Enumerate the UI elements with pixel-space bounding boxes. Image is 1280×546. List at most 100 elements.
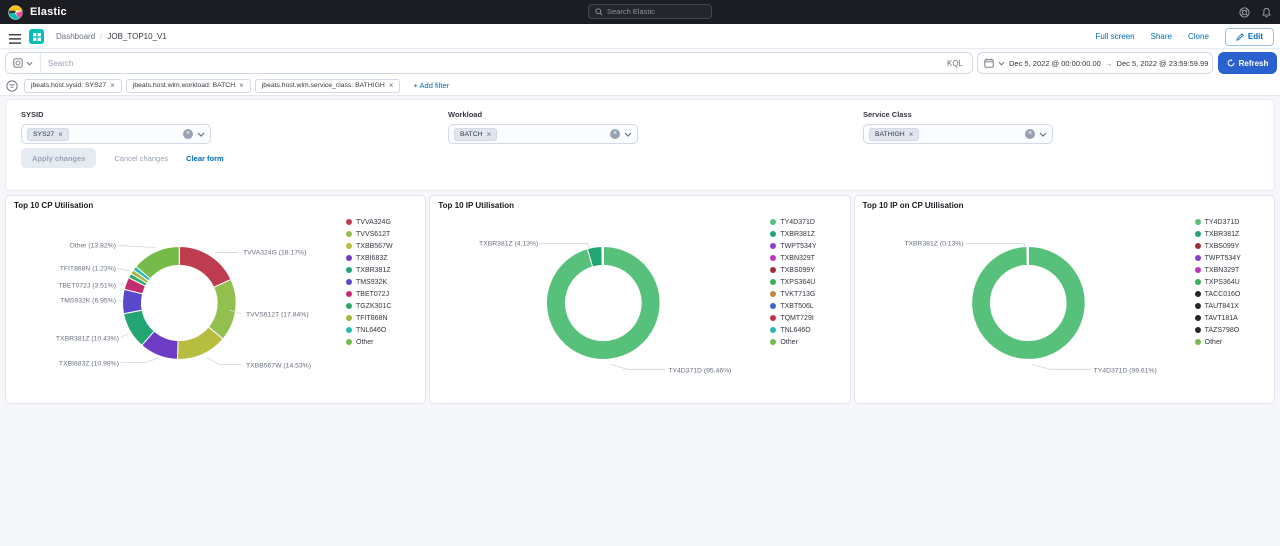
clone-button[interactable]: Clone: [1188, 32, 1209, 41]
legend-item-ty4d371d[interactable]: TY4D371D: [770, 216, 816, 228]
legend-item-other[interactable]: Other: [770, 336, 816, 348]
legend-item-txbr381z[interactable]: TXBR381Z: [770, 228, 816, 240]
legend-item-ty4d371d[interactable]: TY4D371D: [1195, 216, 1241, 228]
legend-item-tavt181a[interactable]: TAVT181A: [1195, 312, 1241, 324]
legend-item-tbet072j[interactable]: TBET072J: [346, 288, 393, 300]
legend-item-twpt534y[interactable]: TWPT534Y: [1195, 252, 1241, 264]
share-button[interactable]: Share: [1151, 32, 1172, 41]
legend-item-tgzk301c[interactable]: TGZK301C: [346, 300, 393, 312]
sysid-field-group: SYSID SYS27 × ×: [21, 110, 211, 144]
legend-item-txbr381z[interactable]: TXBR381Z: [346, 264, 393, 276]
alerts-icon[interactable]: [1261, 7, 1272, 18]
legend-item-txbn329t[interactable]: TXBN329T: [1195, 264, 1241, 276]
chevron-down-icon[interactable]: [624, 132, 632, 137]
legend-item-taut841x[interactable]: TAUT841X: [1195, 300, 1241, 312]
legend-dot-icon: [770, 255, 776, 261]
query-bar: Search KQL: [5, 52, 973, 74]
callout-line: [118, 283, 125, 285]
date-range: Dec 5, 2022 @ 00:00:00.00 → Dec 5, 2022 …: [1009, 59, 1208, 68]
clear-selection-icon[interactable]: ×: [183, 129, 193, 139]
add-filter-button[interactable]: + Add filter: [413, 81, 449, 90]
panel-title: Top 10 IP on CP Utilisation: [863, 201, 964, 210]
workload-field-group: Workload BATCH × ×: [448, 110, 638, 144]
date-picker[interactable]: Dec 5, 2022 @ 00:00:00.00 → Dec 5, 2022 …: [977, 52, 1213, 74]
legend-item-tazs798o[interactable]: TAZS798O: [1195, 324, 1241, 336]
filter-pill-workload[interactable]: jbeats.host.wlm.workload: BATCH ×: [126, 79, 251, 93]
legend-item-txbn329t[interactable]: TXBN329T: [770, 252, 816, 264]
chevron-down-icon[interactable]: [1039, 132, 1047, 137]
legend-item-tnl646o[interactable]: TNL646O: [346, 324, 393, 336]
chevron-down-icon[interactable]: [197, 132, 205, 137]
sysid-combobox[interactable]: SYS27 × ×: [21, 124, 211, 144]
dashboard-app-icon[interactable]: [29, 29, 44, 44]
legend-item-tacc016o[interactable]: TACC016O: [1195, 288, 1241, 300]
date-start[interactable]: Dec 5, 2022 @ 00:00:00.00: [1009, 59, 1101, 68]
legend-item-other[interactable]: Other: [346, 336, 393, 348]
remove-value-icon[interactable]: ×: [909, 130, 914, 139]
legend-item-tvva324g[interactable]: TVVA324G: [346, 216, 393, 228]
kql-language-button[interactable]: KQL: [947, 59, 972, 68]
remove-filter-icon[interactable]: ×: [110, 81, 115, 90]
slice-callout-label: TXBR381Z (4.13%): [479, 241, 538, 248]
menu-icon[interactable]: [9, 31, 21, 49]
legend-label: TWPT534Y: [1205, 255, 1241, 262]
clear-selection-icon[interactable]: ×: [610, 129, 620, 139]
legend-item-txbt506l[interactable]: TXBT506L: [770, 300, 816, 312]
legend-item-txbi683z[interactable]: TXBI683Z: [346, 252, 393, 264]
slice-callout-label: TXBI683Z (10.98%): [59, 361, 119, 368]
legend-item-tfit868n[interactable]: TFIT868N: [346, 312, 393, 324]
legend-item-tvkt713g[interactable]: TVKT713G: [770, 288, 816, 300]
elastic-logo-icon[interactable]: [8, 5, 23, 20]
legend-item-txbr381z[interactable]: TXBR381Z: [1195, 228, 1241, 240]
slice-callout-label: TY4D371D (95.46%): [668, 368, 731, 375]
legend-item-txbs099y[interactable]: TXBS099Y: [770, 264, 816, 276]
legend-item-txbs099y[interactable]: TXBS099Y: [1195, 240, 1241, 252]
remove-filter-icon[interactable]: ×: [239, 81, 244, 90]
filter-pill-service-class[interactable]: jbeats.host.wlm.service_class: BATHIGH ×: [255, 79, 401, 93]
breadcrumb-dashboard[interactable]: Dashboard: [56, 32, 95, 41]
remove-filter-icon[interactable]: ×: [389, 81, 394, 90]
legend-item-txbb567w[interactable]: TXBB567W: [346, 240, 393, 252]
legend-item-tnl646o[interactable]: TNL646O: [770, 324, 816, 336]
legend-label: TXPS364U: [1205, 279, 1240, 286]
query-input[interactable]: Search: [41, 59, 947, 68]
legend-label: TXBS099Y: [780, 267, 815, 274]
filter-pill-sysid[interactable]: jbeats.host.sysid: SYS27 ×: [24, 79, 122, 93]
legend-dot-icon: [770, 339, 776, 345]
pencil-icon: [1236, 33, 1244, 41]
remove-value-icon[interactable]: ×: [487, 130, 492, 139]
remove-value-icon[interactable]: ×: [58, 130, 63, 139]
legend-item-tms932k[interactable]: TMS932K: [346, 276, 393, 288]
legend-item-twpt534y[interactable]: TWPT534Y: [770, 240, 816, 252]
legend-item-txps364u[interactable]: TXPS364U: [770, 276, 816, 288]
refresh-button[interactable]: Refresh: [1218, 52, 1277, 74]
full-screen-button[interactable]: Full screen: [1096, 32, 1135, 41]
saved-query-menu-button[interactable]: [6, 53, 41, 73]
legend-dot-icon: [770, 267, 776, 273]
legend-item-other[interactable]: Other: [1195, 336, 1241, 348]
workload-combobox[interactable]: BATCH × ×: [448, 124, 638, 144]
app-toolbar: Dashboard / JOB_TOP10_V1 Full screen Sha…: [0, 24, 1280, 49]
legend-item-txps364u[interactable]: TXPS364U: [1195, 276, 1241, 288]
callout-line: [612, 364, 666, 369]
workload-label: Workload: [448, 110, 638, 119]
apply-changes-button[interactable]: Apply changes: [21, 148, 96, 168]
edit-button[interactable]: Edit: [1225, 28, 1274, 46]
clear-form-button[interactable]: Clear form: [186, 154, 224, 163]
global-search-input[interactable]: Search Elastic: [588, 4, 712, 19]
legend-item-tqmt729i[interactable]: TQMT729I: [770, 312, 816, 324]
legend-dot-icon: [346, 243, 352, 249]
service-class-label: Service Class: [863, 110, 1053, 119]
clear-selection-icon[interactable]: ×: [1025, 129, 1035, 139]
filter-options-icon[interactable]: [6, 80, 18, 92]
service-class-combobox[interactable]: BATHIGH × ×: [863, 124, 1053, 144]
date-end[interactable]: Dec 5, 2022 @ 23:59:59.99: [1117, 59, 1209, 68]
legend-label: TXBS099Y: [1205, 243, 1240, 250]
cancel-changes-button[interactable]: Cancel changes: [114, 154, 168, 163]
legend-dot-icon: [770, 243, 776, 249]
legend-dot-icon: [770, 291, 776, 297]
callout-line: [121, 334, 129, 338]
panel-title: Top 10 CP Utilisation: [14, 201, 93, 210]
help-icon[interactable]: [1239, 7, 1250, 18]
legend-item-tvvs612t[interactable]: TVVS612T: [346, 228, 393, 240]
